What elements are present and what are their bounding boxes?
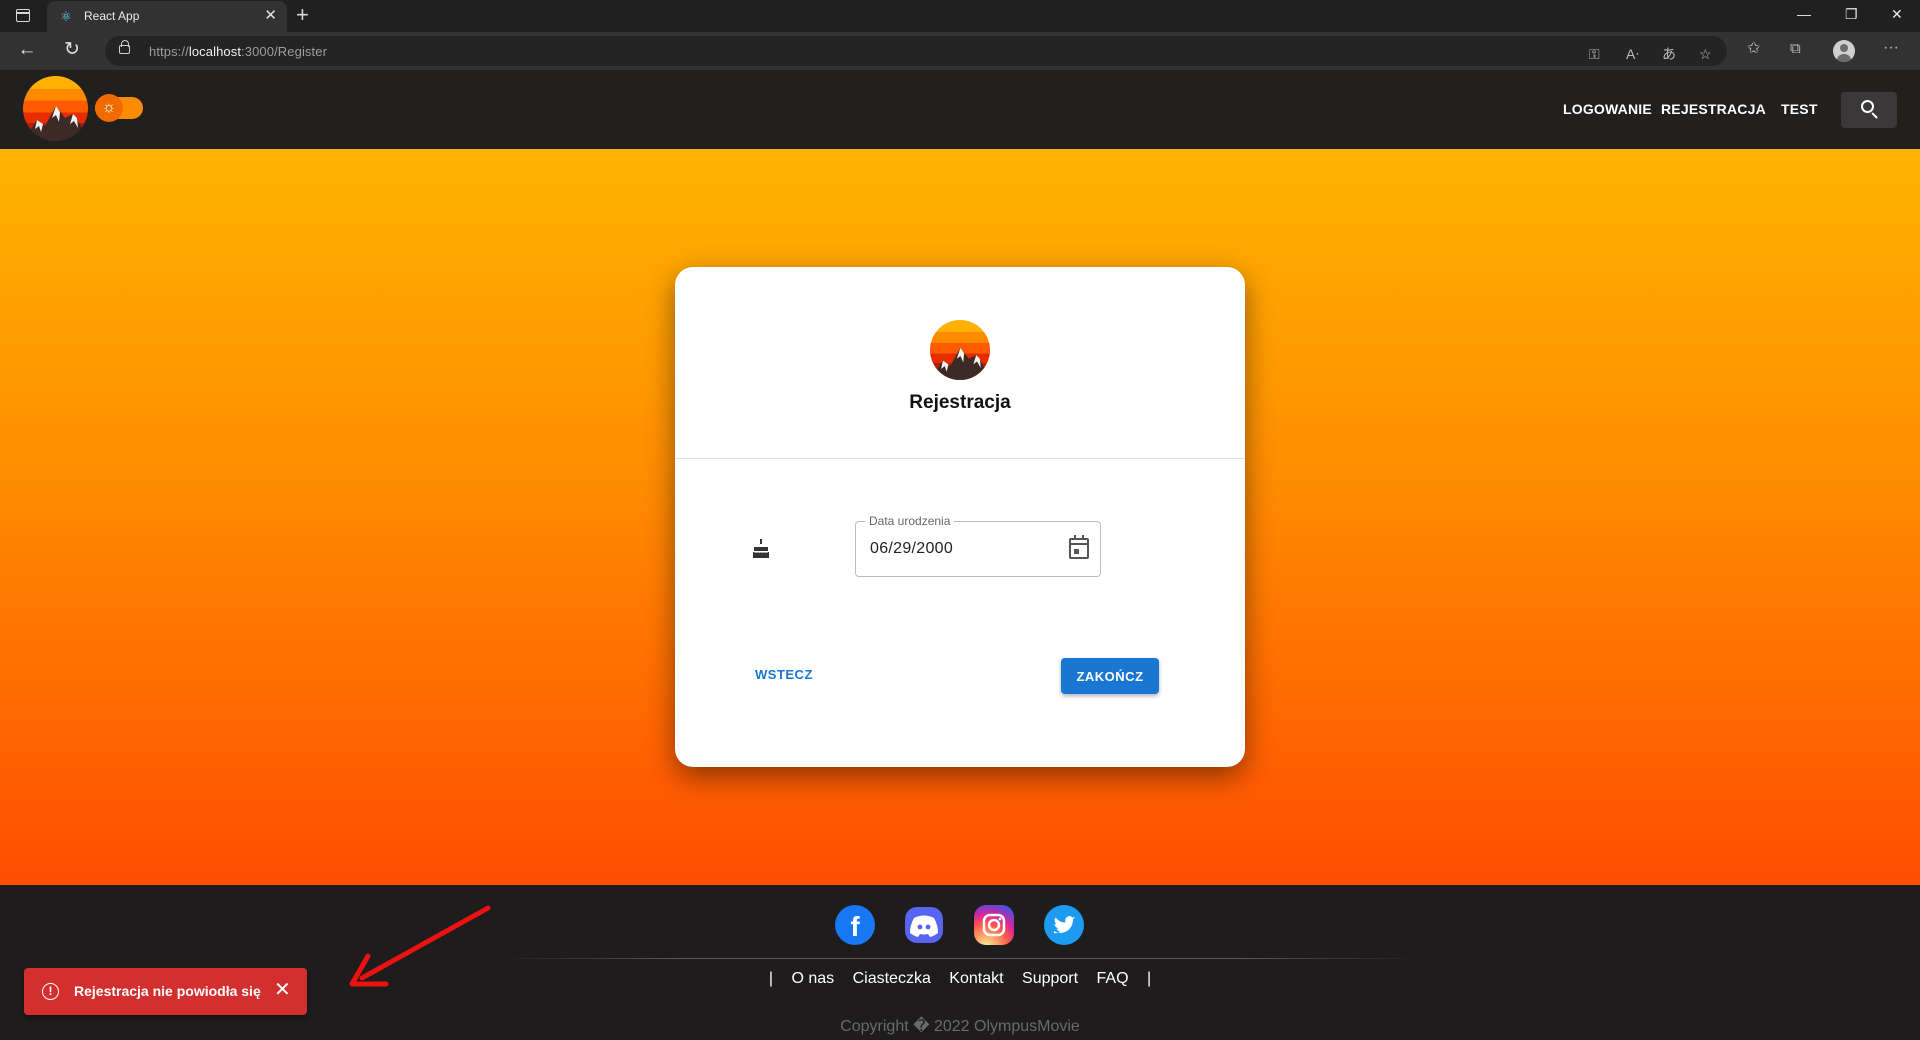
sun-icon: ☼ — [95, 94, 123, 122]
back-button[interactable]: WSTECZ — [755, 667, 813, 682]
nav-register[interactable]: REJESTRACJA — [1661, 101, 1766, 117]
divider — [675, 458, 1245, 459]
browser-toolbar: ← ↻ https://localhost:3000/Register ⚿ Aᐧ… — [0, 32, 1920, 70]
add-favorite-icon[interactable]: ☆ — [1699, 46, 1712, 62]
error-icon: ! — [42, 983, 59, 1000]
logo-icon — [930, 320, 990, 380]
twitter-icon[interactable] — [1044, 905, 1084, 945]
window-close-icon[interactable]: ✕ — [1891, 7, 1903, 21]
theme-toggle[interactable]: ☼ — [95, 94, 143, 122]
lock-icon[interactable] — [119, 40, 130, 54]
favorites-icon[interactable]: ✩ — [1747, 41, 1760, 57]
more-icon[interactable]: ··· — [1883, 40, 1899, 56]
collections-icon[interactable]: ⧉ — [1790, 41, 1801, 57]
cake-icon — [753, 539, 769, 558]
browser-tab[interactable]: ⚛ React App ✕ — [47, 1, 287, 32]
birthdate-value[interactable]: 06/29/2000 — [870, 540, 953, 558]
close-icon[interactable]: ✕ — [264, 8, 277, 23]
read-aloud-icon[interactable]: Aᐧ — [1626, 46, 1639, 62]
tab-title: React App — [84, 9, 140, 23]
footer-link-faq[interactable]: FAQ — [1097, 970, 1129, 987]
error-toast: ! Rejestracja nie powiodła się ✕ — [24, 968, 307, 1015]
finish-button[interactable]: ZAKOŃCZ — [1061, 658, 1159, 694]
reload-icon[interactable]: ↻ — [61, 40, 83, 60]
nav-login[interactable]: LOGOWANIE — [1563, 101, 1652, 117]
copyright: Copyright � 2022 OlympusMovie — [840, 1018, 1080, 1035]
instagram-icon[interactable] — [974, 905, 1014, 945]
main-area: Rejestracja Data urodzenia 06/29/2000 WS… — [0, 149, 1920, 885]
toast-message: Rejestracja nie powiodła się — [74, 983, 261, 999]
search-icon — [1861, 100, 1874, 113]
address-bar[interactable]: https://localhost:3000/Register ⚿ Aᐧ あ ☆ — [105, 36, 1727, 66]
page-title: Rejestracja — [909, 392, 1011, 413]
discord-icon[interactable] — [905, 907, 943, 943]
close-icon[interactable]: ✕ — [274, 980, 291, 1000]
birthdate-field[interactable]: Data urodzenia 06/29/2000 — [855, 514, 1101, 577]
translate-icon[interactable]: あ — [1662, 46, 1676, 62]
profile-avatar[interactable] — [1833, 40, 1855, 62]
footer-link-support[interactable]: Support — [1022, 970, 1078, 987]
footer-link-about[interactable]: O nas — [791, 970, 834, 987]
footer-divider — [500, 958, 1420, 959]
register-card: Rejestracja Data urodzenia 06/29/2000 WS… — [675, 267, 1245, 767]
browser-tabbar: ⚛ React App ✕ + — ❐ ✕ — [0, 0, 1920, 32]
back-arrow-icon[interactable]: ← — [16, 40, 38, 60]
footer-link-contact[interactable]: Kontakt — [949, 970, 1003, 987]
new-tab-icon[interactable]: + — [296, 4, 309, 26]
search-button[interactable] — [1841, 92, 1897, 128]
nav-test[interactable]: TEST — [1781, 101, 1818, 117]
calendar-icon[interactable] — [1069, 535, 1089, 559]
app-header: ☼ LOGOWANIE REJESTRACJA TEST — [0, 70, 1920, 149]
restore-icon[interactable]: ❐ — [1845, 7, 1858, 21]
key-icon[interactable]: ⚿ — [1589, 46, 1600, 62]
birthdate-label: Data urodzenia — [865, 514, 955, 528]
footer-link-cookies[interactable]: Ciasteczka — [853, 970, 931, 987]
url-text[interactable]: https://localhost:3000/Register — [149, 44, 327, 59]
annotation-arrow-icon — [349, 905, 491, 987]
logo-icon[interactable] — [23, 76, 88, 141]
tab-actions-icon[interactable] — [16, 9, 30, 22]
react-icon: ⚛ — [60, 9, 72, 24]
facebook-icon[interactable]: f — [835, 905, 875, 945]
footer: f | O nas Ciasteczka Kontakt Support FAQ… — [0, 885, 1920, 1040]
minimize-icon[interactable]: — — [1797, 7, 1811, 21]
